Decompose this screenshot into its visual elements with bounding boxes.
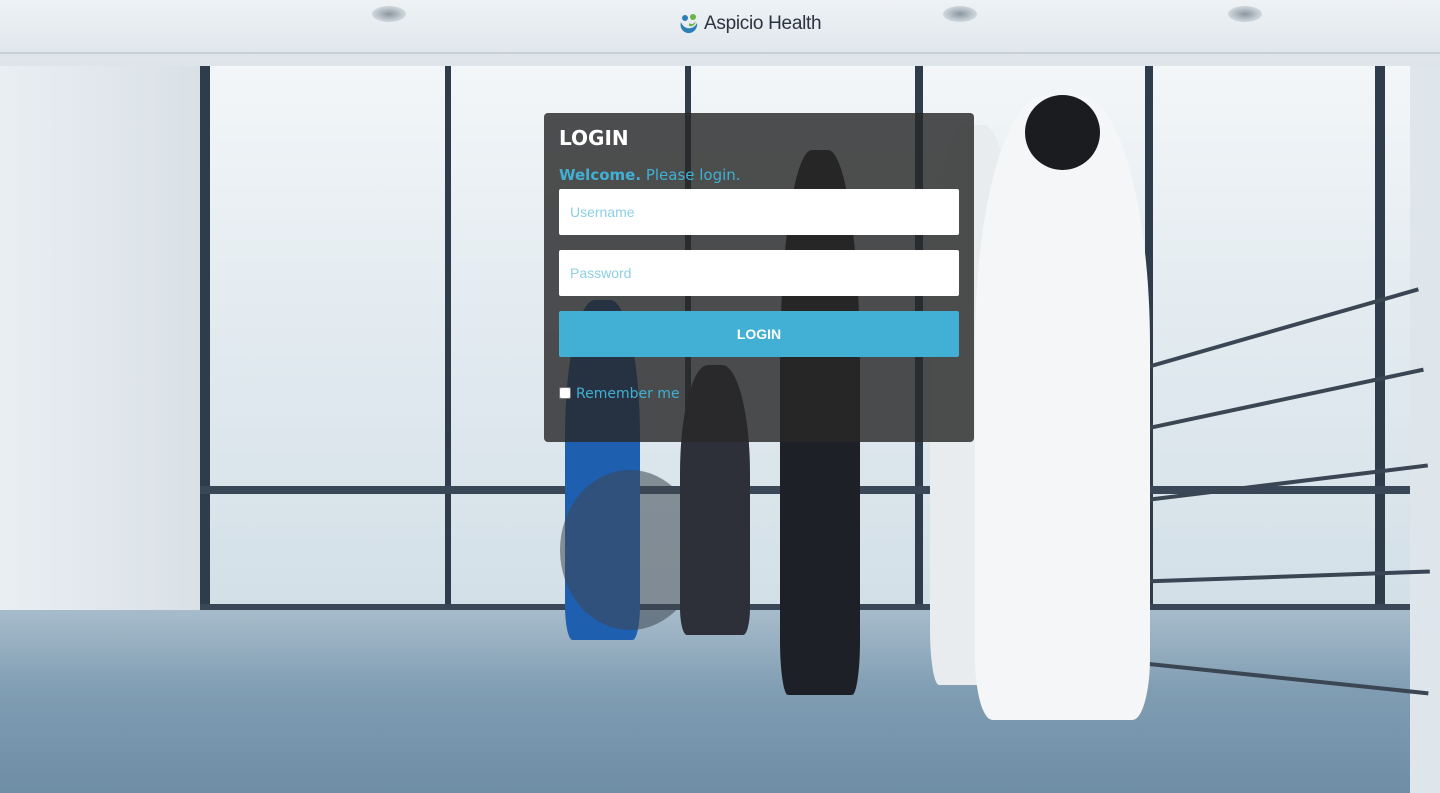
background-mullion [445,66,451,626]
login-page: Aspicio Health LOGIN Welcome. Please log… [0,0,1440,793]
background-mullion [200,66,210,626]
welcome-message: Welcome. Please login. [559,165,959,185]
welcome-strong-text: Welcome. [559,166,642,184]
remember-me-row[interactable]: Remember me [559,386,959,402]
background-floor [0,610,1440,793]
background-right-wall [1410,40,1440,793]
ceiling-light-icon [1228,6,1262,22]
login-title: LOGIN [559,126,629,150]
username-input[interactable] [559,189,959,235]
remember-me-label: Remember me [576,386,680,402]
background-person-doctor-coat [975,95,1150,720]
ceiling-light-icon [372,6,406,22]
background-person-doctor-head [1025,95,1100,170]
background-wheelchair [560,470,700,630]
remember-me-checkbox[interactable] [559,387,571,399]
background-mullion [1375,66,1385,626]
welcome-rest-text: Please login. [645,166,741,184]
password-input[interactable] [559,250,959,296]
ceiling-light-icon [943,6,977,22]
aspicio-health-logo-icon [678,12,700,36]
brand-logo: Aspicio Health [678,10,822,38]
brand-name: Aspicio Health [704,13,822,34]
login-button[interactable]: LOGIN [559,311,959,357]
background-left-wall [0,66,200,626]
background-ceiling-edge [0,52,1440,54]
login-panel: LOGIN Welcome. Please login. LOGIN Remem… [544,113,974,442]
